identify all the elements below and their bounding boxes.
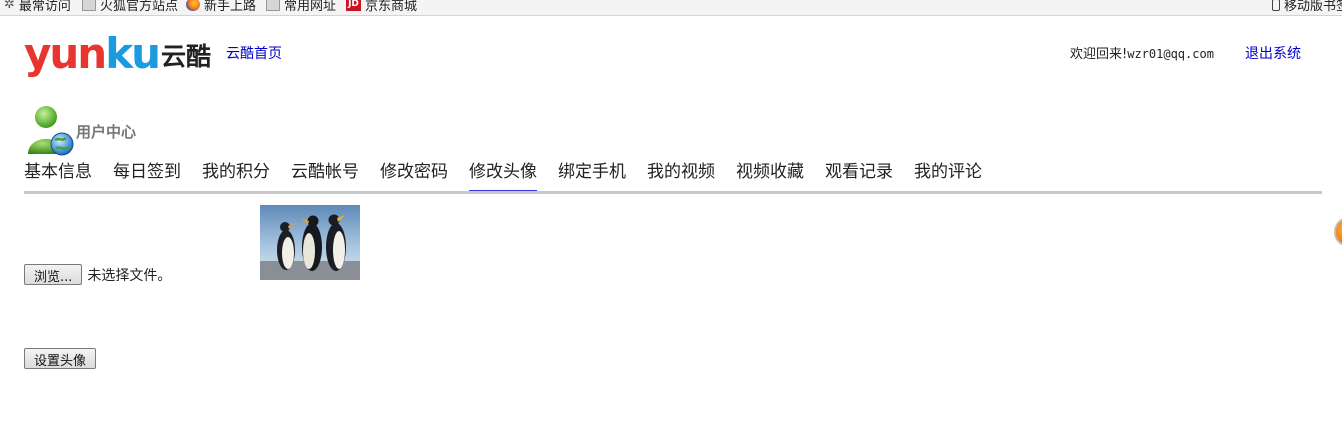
avatar-file-input: 浏览... 未选择文件。: [24, 264, 171, 285]
home-link[interactable]: 云酷首页: [226, 43, 282, 63]
logo-ku: ku: [105, 29, 161, 78]
welcome-message: 欢迎回来!wzr01@qq.com: [1070, 43, 1214, 62]
tab-watch-history[interactable]: 观看记录: [825, 160, 893, 194]
bookmark-label: 新手上路: [204, 0, 257, 14]
logo-wordmark: yunku: [24, 29, 161, 78]
bookmark-label: 移动版书签: [1284, 0, 1342, 14]
bookmark-firefox-official[interactable]: 火狐官方站点: [82, 0, 178, 14]
bookmark-jd[interactable]: JD 京东商城: [346, 0, 417, 14]
welcome-prefix: 欢迎回来!: [1070, 47, 1128, 62]
bookmark-label: 京东商城: [365, 0, 418, 14]
bookmarks-bar: ✲ 最常访问 火狐官方站点 新手上路 常用网址 JD 京东商城 移动版书签: [0, 0, 1342, 16]
floating-side-icon[interactable]: [1334, 217, 1342, 247]
bookmark-label: 常用网址: [284, 0, 337, 14]
tab-my-points[interactable]: 我的积分: [202, 160, 270, 194]
folder-icon: [82, 0, 96, 11]
browse-button[interactable]: 浏览...: [24, 264, 83, 285]
bookmark-label: 最常访问: [18, 0, 71, 14]
tab-daily-checkin[interactable]: 每日签到: [113, 160, 181, 194]
tab-change-avatar[interactable]: 修改头像: [469, 160, 537, 194]
user-email: wzr01@qq.com: [1127, 47, 1214, 61]
user-center-tabs: 基本信息 每日签到 我的积分 云酷帐号 修改密码 修改头像 绑定手机 我的视频 …: [24, 160, 1003, 194]
phone-icon: [1272, 0, 1280, 11]
bookmark-most-visited[interactable]: ✲ 最常访问: [4, 0, 71, 14]
tab-video-favorites[interactable]: 视频收藏: [736, 160, 804, 194]
bookmark-getting-started[interactable]: 新手上路: [186, 0, 256, 14]
gear-icon: ✲: [4, 0, 15, 12]
tab-my-videos[interactable]: 我的视频: [647, 160, 715, 194]
tab-yunku-account[interactable]: 云酷帐号: [291, 160, 359, 194]
tab-bind-phone[interactable]: 绑定手机: [558, 160, 626, 194]
bookmark-label: 火狐官方站点: [100, 0, 179, 14]
tab-basic-info[interactable]: 基本信息: [24, 160, 92, 194]
bookmark-common-sites[interactable]: 常用网址: [266, 0, 336, 14]
tab-my-comments[interactable]: 我的评论: [914, 160, 982, 194]
tab-change-password[interactable]: 修改密码: [380, 160, 448, 194]
no-file-selected-text: 未选择文件。: [87, 267, 172, 284]
logout-link[interactable]: 退出系统: [1245, 43, 1301, 63]
avatar-preview: [260, 205, 360, 280]
logo-yun: yun: [24, 29, 107, 78]
site-logo[interactable]: yunku 云酷: [24, 27, 211, 77]
folder-icon: [266, 0, 280, 11]
user-center-title: 用户中心: [76, 123, 137, 141]
firefox-icon: [186, 0, 200, 11]
user-center-icon: [26, 104, 76, 158]
mobile-bookmarks[interactable]: 移动版书签: [1272, 0, 1342, 14]
jd-icon: JD: [346, 0, 361, 11]
set-avatar-button[interactable]: 设置头像: [24, 348, 97, 369]
logo-chinese: 云酷: [161, 42, 212, 71]
tabs-divider: [24, 191, 1322, 194]
